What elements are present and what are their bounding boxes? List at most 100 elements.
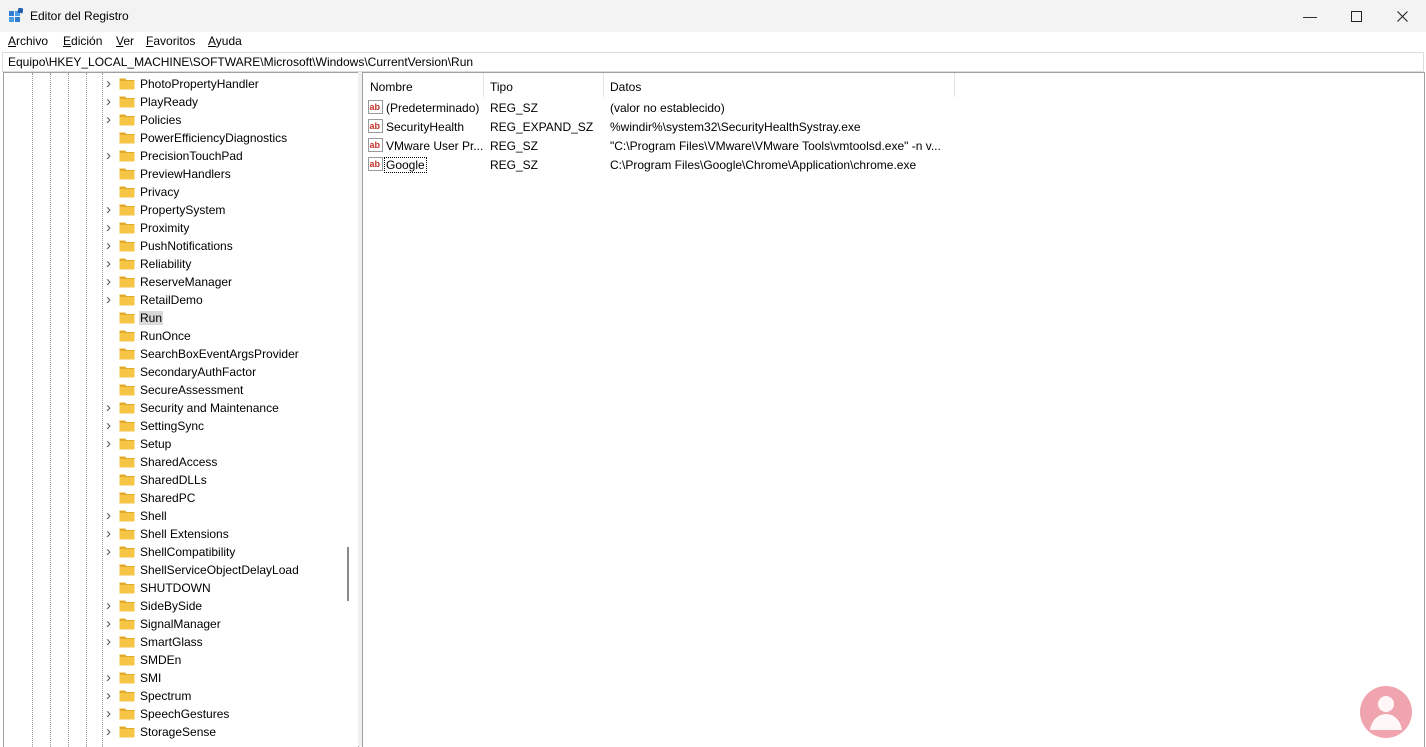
chevron-right-icon[interactable]: › (106, 526, 116, 541)
folder-icon (119, 510, 135, 522)
address-path[interactable]: Equipo\HKEY_LOCAL_MACHINE\SOFTWARE\Micro… (8, 55, 473, 69)
tree-item[interactable]: › SmartGlass (4, 633, 344, 651)
maximize-button[interactable] (1333, 0, 1379, 32)
chevron-right-icon[interactable]: › (106, 706, 116, 721)
tree-item[interactable]: › StorageSense (4, 723, 344, 741)
folder-icon (119, 204, 135, 216)
chevron-right-icon[interactable]: › (106, 634, 116, 649)
chevron-right-icon[interactable]: › (106, 508, 116, 523)
value-name: Google (384, 157, 427, 173)
tree-item[interactable]: SecondaryAuthFactor (4, 363, 344, 381)
tree-item[interactable]: SearchBoxEventArgsProvider (4, 345, 344, 363)
tree-item[interactable]: › PropertySystem (4, 201, 344, 219)
tree-item[interactable]: › SettingSync (4, 417, 344, 435)
value-row[interactable]: ab VMware User Pr... REG_SZ "C:\Program Fil… (363, 136, 1363, 155)
tree-item[interactable]: SharedDLLs (4, 471, 344, 489)
tree-item[interactable]: SharedAccess (4, 453, 344, 471)
tree-item[interactable]: › SignalManager (4, 615, 344, 633)
chevron-right-icon[interactable]: › (106, 76, 116, 91)
tree-item[interactable]: › Setup (4, 435, 344, 453)
tree-item[interactable]: › PushNotifications (4, 237, 344, 255)
chevron-right-icon[interactable]: › (106, 94, 116, 109)
chevron-right-icon[interactable]: › (106, 400, 116, 415)
tree-item[interactable]: › Security and Maintenance (4, 399, 344, 417)
tree-item[interactable]: Run (4, 309, 344, 327)
tree-item[interactable]: › Spectrum (4, 687, 344, 705)
tree-item-label: SignalManager (140, 617, 221, 631)
tree-item[interactable]: › SMI (4, 669, 344, 687)
chevron-right-icon[interactable]: › (106, 112, 116, 127)
folder-icon (119, 96, 135, 108)
tree-item[interactable]: › PlayReady (4, 93, 344, 111)
tree-item-label: Security and Maintenance (140, 401, 279, 415)
tree-item[interactable]: › PhotoPropertyHandler (4, 75, 344, 93)
chevron-right-icon[interactable]: › (106, 220, 116, 235)
tree-item-label: PhotoPropertyHandler (140, 77, 259, 91)
tree-item[interactable]: › Policies (4, 111, 344, 129)
folder-icon (119, 168, 135, 180)
chevron-right-icon[interactable]: › (106, 256, 116, 271)
menu-favoritos[interactable]: Favoritos (146, 34, 195, 48)
chevron-right-icon[interactable]: › (106, 418, 116, 433)
tree-item[interactable]: ShellServiceObjectDelayLoad (4, 561, 344, 579)
value-name: SecurityHealth (386, 120, 465, 134)
tree-item[interactable]: › Proximity (4, 219, 344, 237)
window-title: Editor del Registro (30, 9, 129, 23)
tree-item[interactable]: PowerEfficiencyDiagnostics (4, 129, 344, 147)
tree-item[interactable]: PreviewHandlers (4, 165, 344, 183)
tree-item[interactable]: › SpeechGestures (4, 705, 344, 723)
values-list-pane[interactable]: Nombre Tipo Datos ab (Predeterminado) REG_… (362, 72, 1425, 747)
tree-item[interactable]: RunOnce (4, 327, 344, 345)
chevron-right-icon[interactable]: › (106, 202, 116, 217)
chevron-right-icon[interactable]: › (106, 544, 116, 559)
chevron-right-icon[interactable]: › (106, 616, 116, 631)
menu-edicion[interactable]: Edición (63, 34, 102, 48)
tree-item[interactable]: › PrecisionTouchPad (4, 147, 344, 165)
folder-icon (119, 492, 135, 504)
address-bar[interactable]: Equipo\HKEY_LOCAL_MACHINE\SOFTWARE\Micro… (2, 52, 1424, 72)
menu-ver[interactable]: Ver (116, 34, 134, 48)
column-header-nombre[interactable]: Nombre (363, 73, 483, 97)
column-header-tipo[interactable]: Tipo (483, 73, 603, 97)
key-tree-pane[interactable]: › PhotoPropertyHandler › PlayReady › Policies… (3, 72, 359, 747)
chevron-right-icon[interactable]: › (106, 292, 116, 307)
value-data: C:\Program Files\Google\Chrome\Applicati… (610, 158, 917, 172)
tree-item[interactable]: SHUTDOWN (4, 579, 344, 597)
value-row[interactable]: ab SecurityHealth REG_EXPAND_SZ %windir%\sy… (363, 117, 1363, 136)
tree-item[interactable]: › ReserveManager (4, 273, 344, 291)
title-bar: Editor del Registro — (0, 0, 1426, 32)
tree-item[interactable]: › ShellCompatibility (4, 543, 344, 561)
tree-item-label: Policies (140, 113, 182, 127)
column-header-datos[interactable]: Datos (603, 73, 954, 97)
chevron-right-icon[interactable]: › (106, 436, 116, 451)
tree-item[interactable]: › Shell (4, 507, 344, 525)
tree-item[interactable]: SecureAssessment (4, 381, 344, 399)
tree-item-label: SMDEn (140, 653, 182, 667)
tree-scrollbar-thumb[interactable] (347, 547, 349, 601)
value-row[interactable]: ab Google REG_SZ C:\Program Files\Google\Ch… (363, 155, 1363, 174)
chevron-right-icon[interactable]: › (106, 688, 116, 703)
close-button[interactable] (1379, 0, 1425, 32)
column-divider[interactable] (954, 73, 955, 97)
tree-item[interactable]: › Shell Extensions (4, 525, 344, 543)
value-row[interactable]: ab (Predeterminado) REG_SZ (valor no establ… (363, 98, 1363, 117)
value-data: (valor no establecido) (610, 101, 725, 115)
tree-item[interactable]: SharedPC (4, 489, 344, 507)
tree-item[interactable]: › Reliability (4, 255, 344, 273)
chevron-right-icon[interactable]: › (106, 238, 116, 253)
menu-archivo[interactable]: Archivo (8, 34, 48, 48)
tree-item-label: Shell Extensions (140, 527, 229, 541)
tree-item[interactable]: SMDEn (4, 651, 344, 669)
tree-item[interactable]: › RetailDemo (4, 291, 344, 309)
tree-item[interactable]: Privacy (4, 183, 344, 201)
chevron-right-icon[interactable]: › (106, 724, 116, 739)
chevron-right-icon[interactable]: › (106, 598, 116, 613)
tree-item[interactable]: › SideBySide (4, 597, 344, 615)
menu-ayuda[interactable]: Ayuda (208, 34, 242, 48)
chevron-right-icon[interactable]: › (106, 670, 116, 685)
value-type: REG_SZ (490, 101, 539, 115)
folder-icon (119, 384, 135, 396)
minimize-button[interactable]: — (1287, 0, 1333, 32)
chevron-right-icon[interactable]: › (106, 148, 116, 163)
chevron-right-icon[interactable]: › (106, 274, 116, 289)
